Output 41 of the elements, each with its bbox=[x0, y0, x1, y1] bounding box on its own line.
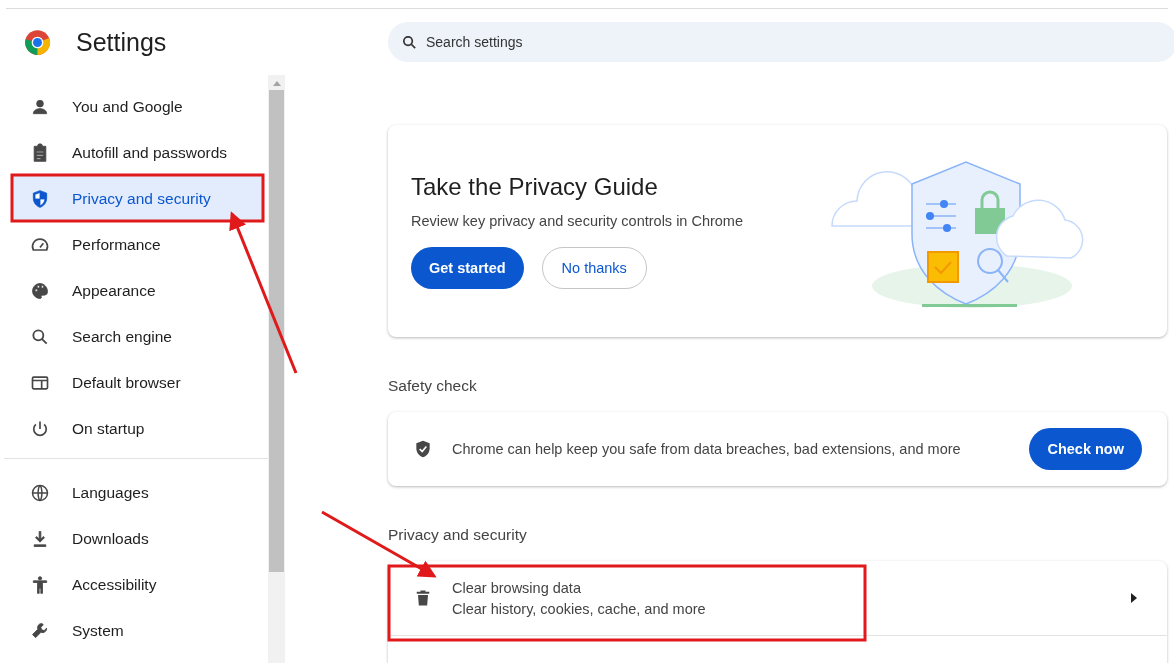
page-title: Settings bbox=[76, 27, 167, 57]
sidebar-item[interactable]: Languages bbox=[12, 470, 262, 516]
section-heading: Safety check bbox=[388, 377, 478, 395]
sidebar-item[interactable]: Appearance bbox=[12, 268, 262, 314]
scrollbar[interactable] bbox=[268, 75, 285, 663]
globe-icon bbox=[30, 483, 50, 503]
scrollbar-thumb[interactable] bbox=[269, 90, 284, 572]
browser-window-icon bbox=[30, 373, 50, 393]
shield-check-icon bbox=[413, 439, 433, 459]
sidebar-item[interactable]: Autofill and passwords bbox=[12, 130, 262, 176]
sidebar-item[interactable]: System bbox=[12, 608, 262, 654]
power-icon bbox=[30, 419, 50, 439]
card-title: Take the Privacy Guide bbox=[411, 173, 659, 201]
sidebar-item[interactable]: Default browser bbox=[12, 360, 262, 406]
palette-icon bbox=[30, 281, 50, 301]
shield-icon bbox=[30, 189, 50, 209]
caret-icon bbox=[1131, 593, 1137, 603]
sidebar-item[interactable]: Accessibility bbox=[12, 562, 262, 608]
browser-logo-icon bbox=[24, 28, 51, 56]
sidebar-item[interactable]: You and Google bbox=[12, 84, 262, 130]
person-icon bbox=[30, 97, 50, 117]
safety-check-text: Chrome can help keep you safe from data breaches, bad extensions, and more bbox=[452, 441, 962, 457]
accessibility-icon bbox=[30, 575, 50, 595]
search-field[interactable]: Search settings bbox=[388, 22, 1174, 62]
sidebar-item[interactable]: Search engine bbox=[12, 314, 262, 360]
search-icon bbox=[401, 34, 418, 51]
row-title: Clear browsing data bbox=[452, 579, 582, 596]
sidebar-item[interactable]: Downloads bbox=[12, 516, 262, 562]
wrench-icon bbox=[30, 621, 50, 641]
check-now-button[interactable]: Check now bbox=[1029, 428, 1142, 470]
sidebar-item[interactable]: On startup bbox=[12, 406, 262, 452]
sidebar-item[interactable]: Performance bbox=[12, 222, 262, 268]
scroll-up-arrow-icon[interactable] bbox=[272, 81, 281, 86]
card-description: Review key privacy and security controls in Chrome bbox=[411, 213, 743, 229]
sidebar-item[interactable]: Privacy and security bbox=[12, 176, 262, 222]
no-thanks-button[interactable]: No thanks bbox=[541, 247, 647, 289]
search-icon bbox=[30, 327, 50, 347]
get-started-button[interactable]: Get started bbox=[411, 247, 524, 289]
row-subtitle: Clear history, cookies, cache, and more bbox=[452, 600, 707, 617]
settings-row[interactable]: Clear browsing data Clear history, cookies, cache, and more bbox=[388, 561, 1167, 635]
section-heading: Privacy and security bbox=[388, 526, 528, 544]
